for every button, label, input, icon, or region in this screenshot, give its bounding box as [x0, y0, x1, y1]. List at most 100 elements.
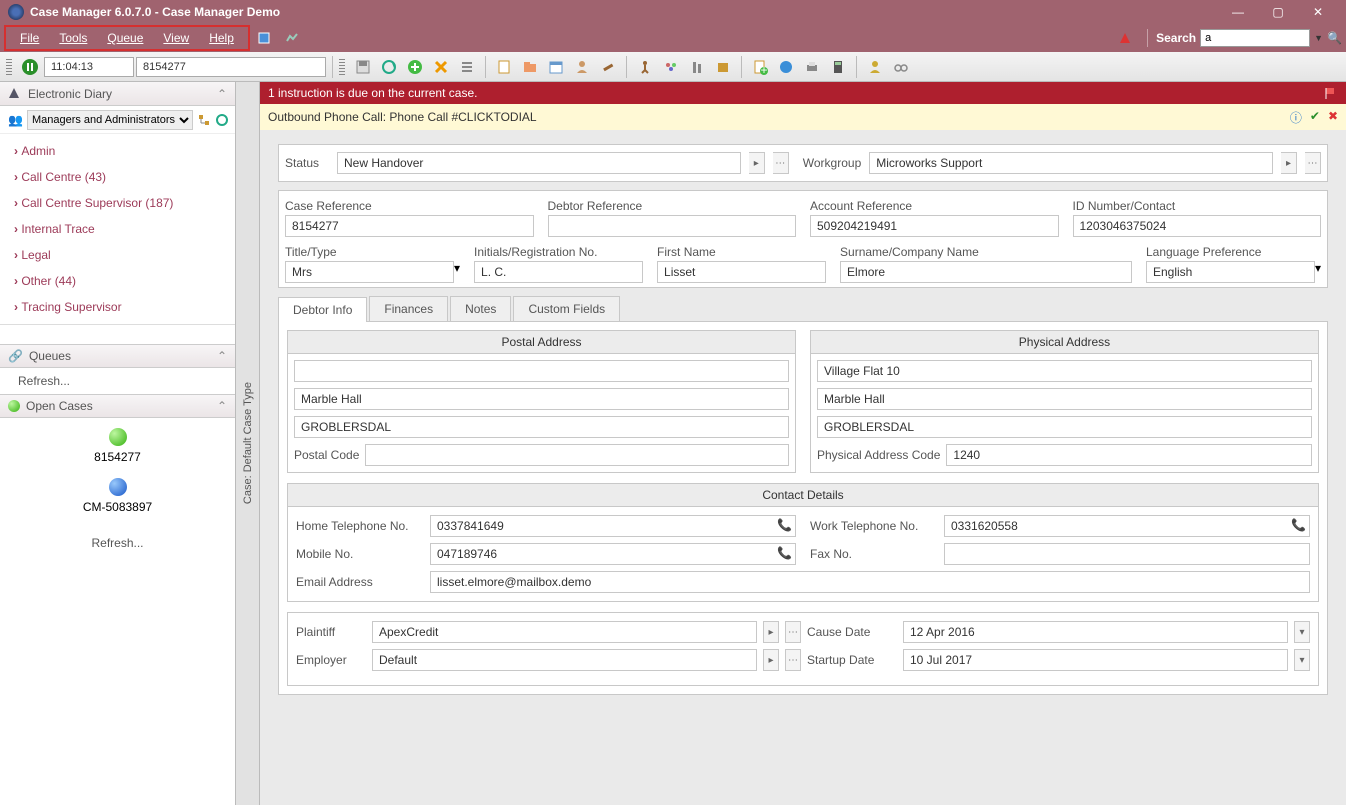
- id-number-input[interactable]: [1073, 215, 1322, 237]
- sidebar-item-call-centre[interactable]: Call Centre (43): [0, 164, 235, 190]
- tab-custom-fields[interactable]: Custom Fields: [513, 296, 620, 321]
- search-input[interactable]: [1200, 29, 1310, 47]
- queues-refresh-link[interactable]: Refresh...: [0, 368, 235, 394]
- search-dropdown-icon[interactable]: ▼: [1314, 33, 1323, 43]
- globe-icon[interactable]: [774, 55, 798, 79]
- case-status-orb[interactable]: [109, 478, 127, 496]
- plaintiff-input[interactable]: [372, 621, 757, 643]
- sidebar-item-call-centre-supervisor[interactable]: Call Centre Supervisor (187): [0, 190, 235, 216]
- account-ref-input[interactable]: [810, 215, 1059, 237]
- refresh-sidebar-icon[interactable]: [215, 111, 229, 129]
- sidebar-item-admin[interactable]: Admin: [0, 138, 235, 164]
- case-ref-input[interactable]: [285, 215, 534, 237]
- title-dropdown-icon[interactable]: ▾: [454, 261, 460, 283]
- sidebar-item-internal-trace[interactable]: Internal Trace: [0, 216, 235, 242]
- calculator-icon[interactable]: [826, 55, 850, 79]
- save-icon[interactable]: [351, 55, 375, 79]
- toolbar-grip-2[interactable]: [339, 59, 345, 75]
- email-input[interactable]: [430, 571, 1310, 593]
- physical-line1[interactable]: [817, 360, 1312, 382]
- postal-code-input[interactable]: [365, 444, 789, 466]
- phone-icon[interactable]: 📞: [777, 518, 792, 532]
- toolbar-icon-1[interactable]: [256, 30, 272, 46]
- info-icon[interactable]: ⓘ: [1290, 109, 1302, 126]
- tree-config-icon[interactable]: [197, 111, 211, 129]
- home-phone-input[interactable]: [430, 515, 796, 537]
- physical-code-input[interactable]: [946, 444, 1312, 466]
- list-icon[interactable]: [455, 55, 479, 79]
- toolbar-grip[interactable]: [6, 59, 12, 75]
- first-name-input[interactable]: [657, 261, 826, 283]
- title-type-input[interactable]: [285, 261, 454, 283]
- glasses-icon[interactable]: [889, 55, 913, 79]
- employer-input[interactable]: [372, 649, 757, 671]
- group-icon[interactable]: [659, 55, 683, 79]
- menu-queue[interactable]: Queue: [97, 29, 153, 47]
- case-number-display[interactable]: 8154277: [136, 57, 326, 77]
- delete-icon[interactable]: [429, 55, 453, 79]
- physical-line3[interactable]: [817, 416, 1312, 438]
- menu-tools[interactable]: Tools: [49, 29, 97, 47]
- maximize-button[interactable]: ▢: [1258, 0, 1298, 24]
- package-icon[interactable]: [711, 55, 735, 79]
- gavel-icon[interactable]: [596, 55, 620, 79]
- add-icon[interactable]: [403, 55, 427, 79]
- tab-finances[interactable]: Finances: [369, 296, 448, 321]
- play-pause-button[interactable]: [18, 55, 42, 79]
- workgroup-dropdown-icon[interactable]: ▸: [1281, 152, 1297, 174]
- plaintiff-expand-icon[interactable]: ▸: [763, 621, 779, 643]
- workgroup-field[interactable]: Microworks Support: [869, 152, 1273, 174]
- surname-input[interactable]: [840, 261, 1132, 283]
- initials-input[interactable]: [474, 261, 643, 283]
- sidebar-item-other[interactable]: Other (44): [0, 268, 235, 294]
- open-case-item[interactable]: CM-5083897: [83, 500, 152, 514]
- sidebar-item-tracing-supervisor[interactable]: Tracing Supervisor: [0, 294, 235, 320]
- cause-date-dropdown-icon[interactable]: ▾: [1294, 621, 1310, 643]
- person-run-icon[interactable]: [633, 55, 657, 79]
- fax-input[interactable]: [944, 543, 1310, 565]
- status-dropdown-icon[interactable]: ▸: [749, 152, 765, 174]
- mobile-input[interactable]: [430, 543, 796, 565]
- cases-refresh-link[interactable]: Refresh...: [91, 536, 143, 550]
- phone-icon[interactable]: 📞: [1291, 518, 1306, 532]
- user-icon[interactable]: [570, 55, 594, 79]
- debtor-ref-input[interactable]: [548, 215, 797, 237]
- tab-debtor-info[interactable]: Debtor Info: [278, 297, 367, 322]
- cause-date-input[interactable]: [903, 621, 1288, 643]
- status-more-icon[interactable]: ⋯: [773, 152, 789, 174]
- queues-panel-header[interactable]: 🔗 Queues ⌃: [0, 344, 235, 368]
- menu-help[interactable]: Help: [199, 29, 244, 47]
- vertical-case-tab[interactable]: Case: Default Case Type: [236, 82, 260, 805]
- sidebar-item-legal[interactable]: Legal: [0, 242, 235, 268]
- print-icon[interactable]: [800, 55, 824, 79]
- postal-line1[interactable]: [294, 360, 789, 382]
- folder-icon[interactable]: [518, 55, 542, 79]
- reject-icon[interactable]: ✖: [1328, 109, 1338, 126]
- workgroup-more-icon[interactable]: ⋯: [1305, 152, 1321, 174]
- employer-expand-icon[interactable]: ▸: [763, 649, 779, 671]
- phone-icon[interactable]: 📞: [777, 546, 792, 560]
- work-phone-input[interactable]: [944, 515, 1310, 537]
- language-input[interactable]: [1146, 261, 1315, 283]
- postal-line3[interactable]: [294, 416, 789, 438]
- tab-notes[interactable]: Notes: [450, 296, 511, 321]
- case-status-orb[interactable]: [109, 428, 127, 446]
- plaintiff-more-icon[interactable]: ⋯: [785, 621, 801, 643]
- open-case-item[interactable]: 8154277: [94, 450, 141, 464]
- open-cases-panel-header[interactable]: Open Cases ⌃: [0, 394, 235, 418]
- minimize-button[interactable]: —: [1218, 0, 1258, 24]
- accept-icon[interactable]: ✔: [1310, 109, 1320, 126]
- toolbar-icon-2[interactable]: [284, 30, 300, 46]
- refresh-icon[interactable]: [377, 55, 401, 79]
- postal-line2[interactable]: [294, 388, 789, 410]
- user-gear-icon[interactable]: [863, 55, 887, 79]
- calendar-icon[interactable]: [544, 55, 568, 79]
- menu-view[interactable]: View: [153, 29, 199, 47]
- alert-indicator-icon[interactable]: [1117, 30, 1133, 46]
- close-button[interactable]: ✕: [1298, 0, 1338, 24]
- diary-panel-header[interactable]: Electronic Diary ⌃: [0, 82, 235, 106]
- employer-more-icon[interactable]: ⋯: [785, 649, 801, 671]
- status-field[interactable]: New Handover: [337, 152, 741, 174]
- new-doc-icon[interactable]: +: [748, 55, 772, 79]
- language-dropdown-icon[interactable]: ▾: [1315, 261, 1321, 283]
